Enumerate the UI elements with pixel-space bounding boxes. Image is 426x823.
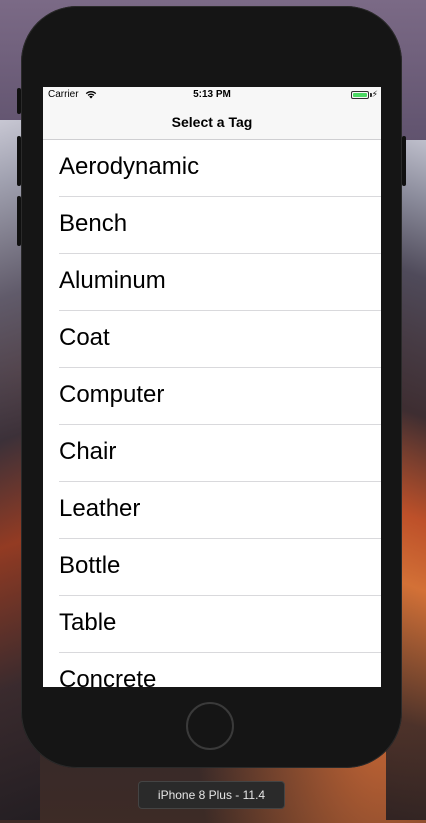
tag-label: Coat — [59, 324, 110, 351]
tag-row-computer[interactable]: Computer — [43, 368, 381, 425]
page-title: Select a Tag — [171, 114, 253, 130]
mute-switch — [17, 88, 21, 114]
volume-up-button — [17, 136, 21, 186]
status-bar: Carrier 5:13 PM ⚡ — [43, 87, 381, 104]
tag-label: Bench — [59, 210, 128, 237]
status-time: 5:13 PM — [193, 89, 231, 100]
power-button — [402, 136, 406, 186]
tag-label: Leather — [59, 495, 141, 522]
charging-bolt-icon: ⚡ — [371, 89, 378, 99]
tag-label: Computer — [59, 381, 165, 408]
tag-row-concrete[interactable]: Concrete — [43, 653, 381, 687]
tag-row-coat[interactable]: Coat — [43, 311, 381, 368]
tag-list: Aerodynamic Bench Aluminum Coat Computer… — [43, 140, 381, 687]
home-button[interactable] — [186, 702, 234, 750]
tag-row-chair[interactable]: Chair — [43, 425, 381, 482]
tag-row-bottle[interactable]: Bottle — [43, 539, 381, 596]
app-screen: Carrier 5:13 PM ⚡ Select a Tag Aerodynam… — [43, 87, 381, 687]
battery-icon — [351, 91, 369, 99]
simulator-device-label: iPhone 8 Plus - 11.4 — [138, 781, 285, 809]
tag-label: Aerodynamic — [59, 153, 200, 180]
volume-down-button — [17, 196, 21, 246]
tag-label: Bottle — [59, 552, 121, 579]
tag-label: Chair — [59, 438, 117, 465]
navigation-bar: Select a Tag — [43, 104, 381, 140]
tag-row-aluminum[interactable]: Aluminum — [43, 254, 381, 311]
tag-label: Concrete — [59, 666, 157, 687]
tag-row-leather[interactable]: Leather — [43, 482, 381, 539]
tag-label: Table — [59, 609, 117, 636]
tag-row-bench[interactable]: Bench — [43, 197, 381, 254]
tag-row-aerodynamic[interactable]: Aerodynamic — [43, 140, 381, 197]
tag-label: Aluminum — [59, 267, 166, 294]
tag-row-table[interactable]: Table — [43, 596, 381, 653]
